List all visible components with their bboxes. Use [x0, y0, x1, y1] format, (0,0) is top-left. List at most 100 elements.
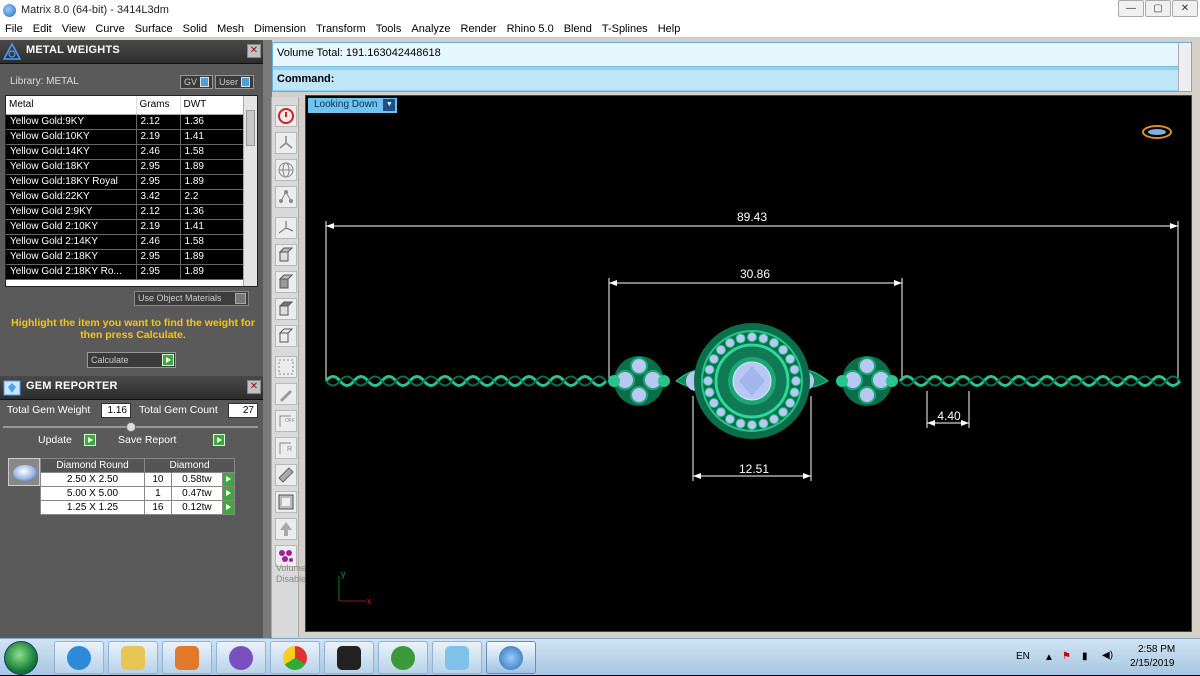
menu-solid[interactable]: Solid: [178, 23, 212, 35]
center-halo-setting[interactable]: [675, 323, 829, 439]
taskbar-explorer[interactable]: [108, 641, 158, 674]
metal-row[interactable]: Yellow Gold 2:10KY 2.19 1.41: [6, 219, 244, 235]
command-prompt[interactable]: Command:: [273, 70, 1179, 90]
viewport-top[interactable]: Looking Down ▼ 89.43 30.86 12.51 4.40 y …: [305, 95, 1192, 632]
calculate-button[interactable]: Calculate: [87, 352, 176, 368]
gem-row[interactable]: 2.50 X 2.50 10 0.58tw: [40, 472, 235, 487]
gem-row[interactable]: 1.25 X 1.25 16 0.12tw: [40, 500, 235, 515]
metal-row[interactable]: Yellow Gold 2:18KY Ro... 2.95 1.89: [6, 264, 244, 280]
scroll-thumb[interactable]: [246, 110, 255, 146]
taskbar-coreldraw[interactable]: [378, 641, 428, 674]
menu-edit[interactable]: Edit: [28, 23, 57, 35]
axes-icon[interactable]: [275, 217, 297, 239]
left-flower-cluster[interactable]: [608, 356, 670, 406]
minimize-button[interactable]: —: [1118, 0, 1144, 17]
measure-icon[interactable]: [275, 464, 297, 486]
taskbar-matrix[interactable]: [486, 641, 536, 674]
menu-render[interactable]: Render: [456, 23, 502, 35]
menu-rhino-5-0[interactable]: Rhino 5.0: [502, 23, 559, 35]
diamond-round-thumbnail[interactable]: [8, 458, 40, 486]
gem-select-button[interactable]: [222, 486, 235, 501]
cube-icon[interactable]: [275, 244, 297, 266]
metal-table-scrollbar[interactable]: [243, 96, 257, 286]
navigation-gizmo-icon[interactable]: [1142, 125, 1172, 139]
start-button[interactable]: [4, 641, 38, 675]
offset-icon[interactable]: OFF: [275, 410, 297, 432]
arrow-up-icon[interactable]: [275, 518, 297, 540]
metal-row[interactable]: Yellow Gold:10KY 2.19 1.41: [6, 129, 244, 145]
language-indicator[interactable]: EN: [1016, 651, 1030, 662]
menu-file[interactable]: File: [0, 23, 28, 35]
menu-analyze[interactable]: Analyze: [406, 23, 455, 35]
dwt-col-header[interactable]: DWT: [180, 96, 244, 115]
menu-transform[interactable]: Transform: [311, 23, 371, 35]
gv-toggle[interactable]: GV: [180, 75, 214, 89]
metal-row[interactable]: Yellow Gold 2:18KY 2.95 1.89: [6, 249, 244, 265]
frame-icon[interactable]: [275, 491, 297, 513]
dwt-cell: 1.41: [180, 219, 244, 235]
signal-icon[interactable]: ▮: [1082, 651, 1088, 662]
taskbar-media[interactable]: [162, 641, 212, 674]
menu-dimension[interactable]: Dimension: [249, 23, 311, 35]
clock-date[interactable]: 2/15/2019: [1130, 658, 1175, 669]
metal-weights-icon: [2, 42, 22, 60]
volume-icon[interactable]: ◀): [1102, 650, 1113, 661]
clock-time[interactable]: 2:58 PM: [1138, 644, 1175, 655]
gem-reporter-header: GEM REPORTER ✕: [0, 376, 263, 400]
stop-icon[interactable]: [275, 105, 297, 127]
wind-icon[interactable]: [275, 132, 297, 154]
menu-surface[interactable]: Surface: [130, 23, 178, 35]
taskbar-app-red[interactable]: [324, 641, 374, 674]
metal-row[interactable]: Yellow Gold:14KY 2.46 1.58: [6, 144, 244, 160]
close-button[interactable]: ✕: [1172, 0, 1198, 17]
menu-help[interactable]: Help: [653, 23, 686, 35]
menu-mesh[interactable]: Mesh: [212, 23, 249, 35]
taskbar-viber[interactable]: [216, 641, 266, 674]
metal-row[interactable]: Yellow Gold:22KY 3.42 2.2: [6, 189, 244, 205]
metal-row[interactable]: Yellow Gold:18KY 2.95 1.89: [6, 159, 244, 175]
taskbar-chrome[interactable]: [270, 641, 320, 674]
cube-side-icon[interactable]: [275, 298, 297, 320]
menu-view[interactable]: View: [57, 23, 91, 35]
dimension-halo-label: 12.51: [739, 462, 769, 476]
gem-slider-knob[interactable]: [126, 422, 136, 432]
taskbar-ie[interactable]: [54, 641, 104, 674]
command-scrollbar[interactable]: [1178, 43, 1191, 91]
right-flower-cluster[interactable]: [836, 356, 898, 406]
menu-blend[interactable]: Blend: [559, 23, 597, 35]
maximize-button[interactable]: ▢: [1145, 0, 1171, 17]
gem-reporter-close-button[interactable]: ✕: [247, 380, 261, 394]
cube-front-icon[interactable]: [275, 271, 297, 293]
gem-select-button[interactable]: [222, 472, 235, 487]
flag-icon[interactable]: ⚑: [1062, 651, 1071, 662]
gv-toggle-indicator: [200, 77, 210, 87]
globe-icon[interactable]: [275, 159, 297, 181]
update-button[interactable]: Update: [38, 433, 97, 448]
app-dark-icon: [337, 645, 361, 670]
use-object-materials-toggle[interactable]: Use Object Materials: [134, 291, 249, 306]
rotate-axis-icon[interactable]: R: [275, 437, 297, 459]
grid-icon[interactable]: [275, 356, 297, 378]
use-object-materials-checkbox[interactable]: [235, 293, 246, 304]
metal-row[interactable]: Yellow Gold:9KY 2.12 1.36: [6, 114, 244, 130]
molecule-icon[interactable]: [275, 186, 297, 208]
metal-row[interactable]: Yellow Gold:18KY Royal 2.95 1.89: [6, 174, 244, 190]
menu-tools[interactable]: Tools: [371, 23, 407, 35]
user-toggle[interactable]: User: [215, 75, 255, 89]
taskbar-app-blue[interactable]: [432, 641, 482, 674]
pencil-icon[interactable]: [275, 383, 297, 405]
gem-select-button[interactable]: [222, 500, 235, 515]
metal-col-header[interactable]: Metal: [6, 96, 137, 115]
cube-wire-icon[interactable]: [275, 325, 297, 347]
menu-t-splines[interactable]: T-Splines: [597, 23, 653, 35]
grams-col-header[interactable]: Grams: [136, 96, 181, 115]
menu-curve[interactable]: Curve: [90, 23, 129, 35]
gem-row[interactable]: 5.00 X 5.00 1 0.47tw: [40, 486, 235, 501]
metal-row[interactable]: Yellow Gold 2:14KY 2.46 1.58: [6, 234, 244, 250]
metal-row[interactable]: Yellow Gold 2:9KY 2.12 1.36: [6, 204, 244, 220]
halo-stone: [747, 420, 757, 430]
right-border: [1192, 40, 1200, 638]
tray-arrow-icon[interactable]: ▲: [1044, 652, 1054, 663]
metal-weights-close-button[interactable]: ✕: [247, 44, 261, 58]
save-report-button[interactable]: Save Report: [118, 433, 226, 448]
